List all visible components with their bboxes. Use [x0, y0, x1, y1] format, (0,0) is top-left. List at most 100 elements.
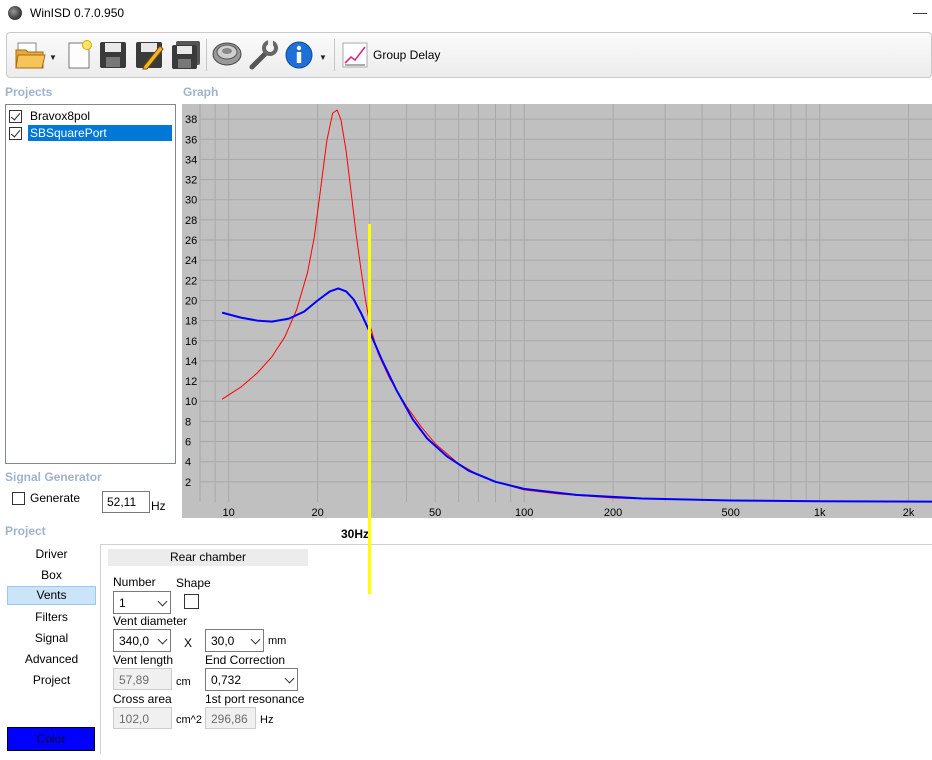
tools-button[interactable]: [247, 37, 281, 73]
end-correction-value: 0,732: [211, 673, 242, 687]
y-tick-label: 20: [185, 295, 197, 307]
y-tick-label: 12: [185, 376, 197, 388]
open-dropdown-icon[interactable]: ▼: [49, 53, 57, 62]
nav-box[interactable]: Box: [7, 566, 96, 585]
group-delay-label[interactable]: Group Delay: [373, 48, 440, 62]
toolbar-separator: [334, 39, 335, 71]
graph-section-label: Graph: [183, 85, 219, 99]
mm-unit-label: mm: [268, 635, 287, 647]
nav-vents[interactable]: Vents: [7, 586, 96, 605]
chevron-down-icon: [247, 630, 263, 651]
response-graph[interactable]: 2 4 6 8 10 12 14 16 18 20 22 24 26 28 30 32 34 36 38 10 20 50…: [182, 104, 932, 518]
project-name: SBSquarePort: [28, 125, 172, 141]
generate-checkbox[interactable]: [12, 491, 25, 505]
vent-shape-toggle[interactable]: [184, 594, 199, 609]
vent-number-value: 1: [119, 596, 126, 610]
project-checkbox[interactable]: [9, 109, 22, 123]
app-speaker-icon: [8, 6, 22, 20]
edit-save-icon: [136, 42, 164, 70]
vent-number-select[interactable]: 1: [113, 591, 171, 614]
nav-project[interactable]: Project: [7, 671, 96, 690]
end-correction-select[interactable]: 0,732: [205, 668, 298, 691]
signal-generator-section-label: Signal Generator: [5, 470, 102, 484]
end-correction-label: End Correction: [205, 653, 286, 667]
open-folder-icon: [15, 42, 46, 69]
new-project-button[interactable]: [63, 37, 95, 73]
y-tick-label: 34: [185, 154, 197, 166]
number-label: Number: [113, 575, 156, 589]
info-button[interactable]: [284, 37, 314, 73]
cm-unit-label: cm: [176, 676, 191, 688]
nav-filters[interactable]: Filters: [7, 608, 96, 627]
vent-height-select[interactable]: 30,0: [205, 629, 264, 652]
y-tick-label: 30: [185, 195, 197, 207]
y-tick-label: 18: [185, 316, 197, 328]
nav-driver[interactable]: Driver: [7, 545, 96, 564]
y-tick-label: 2: [185, 477, 191, 489]
y-tick-label: 26: [185, 235, 197, 247]
y-tick-label: 16: [185, 336, 197, 348]
y-tick-label: 4: [185, 457, 191, 469]
y-tick-label: 28: [185, 215, 197, 227]
minimize-button[interactable]: —: [913, 4, 927, 20]
project-section-label: Project: [5, 524, 46, 538]
edit-save-button[interactable]: [133, 37, 165, 73]
color-button[interactable]: Color: [7, 727, 95, 751]
y-tick-label: 24: [185, 255, 197, 267]
chevron-down-icon: [154, 630, 170, 651]
vent-height-value: 30,0: [211, 634, 235, 648]
generate-toggle[interactable]: Generate: [12, 491, 80, 505]
save-all-icon: [172, 41, 200, 69]
vent-width-value: 340,0: [119, 634, 150, 648]
driver-icon: [212, 42, 242, 66]
nav-signal[interactable]: Signal: [7, 629, 96, 648]
driver-editor-button[interactable]: [210, 37, 244, 73]
y-tick-label: 6: [185, 437, 191, 449]
group-delay-button[interactable]: [340, 37, 370, 73]
first-port-resonance-field[interactable]: 296,86: [205, 707, 256, 729]
vent-length-label: Vent length: [113, 653, 174, 667]
x-tick-label: 500: [722, 507, 740, 518]
open-folder-button[interactable]: [13, 37, 47, 73]
frequency-marker-line[interactable]: [368, 224, 372, 594]
cross-area-field[interactable]: 102,0: [113, 707, 172, 729]
project-item-bravox8pol[interactable]: Bravox8pol: [9, 108, 92, 124]
chevron-down-icon: [154, 592, 170, 613]
tools-wrench-icon: [249, 40, 278, 70]
info-icon: [285, 41, 313, 69]
nav-advanced[interactable]: Advanced: [7, 650, 96, 669]
y-tick-label: 8: [185, 416, 191, 428]
x-tick-label: 100: [515, 507, 533, 518]
y-tick-label: 38: [185, 114, 197, 126]
y-tick-label: 32: [185, 175, 197, 187]
hz-unit-label: Hz: [260, 714, 274, 726]
group-delay-chart-icon: [342, 42, 368, 68]
x-tick-label: 200: [604, 507, 622, 518]
vent-diameter-label: Vent diameter: [113, 614, 188, 628]
y-tick-label: 36: [185, 134, 197, 146]
frequency-marker-label: 30Hz: [341, 527, 370, 541]
project-name: Bravox8pol: [30, 109, 91, 123]
x-tick-label: 2k: [903, 507, 915, 518]
series-line-red: [221, 109, 932, 502]
y-tick-label: 10: [185, 396, 197, 408]
window-title: WinISD 0.7.0.950: [30, 6, 125, 20]
first-port-resonance-label: 1st port resonance: [205, 692, 305, 706]
vent-length-field[interactable]: 57,89: [113, 668, 172, 690]
info-dropdown-icon[interactable]: ▼: [319, 53, 327, 62]
y-tick-label: 22: [185, 275, 197, 287]
vent-width-select[interactable]: 340,0: [113, 629, 171, 652]
project-checkbox[interactable]: [9, 126, 22, 140]
projects-list[interactable]: Bravox8pol SBSquarePort: [5, 104, 176, 464]
title-bar: WinISD 0.7.0.950 —: [0, 0, 932, 28]
response-chart: 246810121416182022242628303234363810 20 50…: [185, 104, 932, 518]
toolbar-separator: [206, 39, 207, 71]
save-all-button[interactable]: [169, 37, 203, 73]
project-item-sbsquareport[interactable]: SBSquarePort: [9, 125, 172, 141]
rear-chamber-header: Rear chamber: [108, 549, 308, 566]
save-button[interactable]: [97, 37, 129, 73]
cm2-unit-label: cm^2: [176, 714, 202, 726]
generator-frequency-input[interactable]: 52,11: [102, 491, 150, 513]
chevron-down-icon: [281, 669, 297, 690]
x-tick-label: 10: [223, 507, 235, 518]
